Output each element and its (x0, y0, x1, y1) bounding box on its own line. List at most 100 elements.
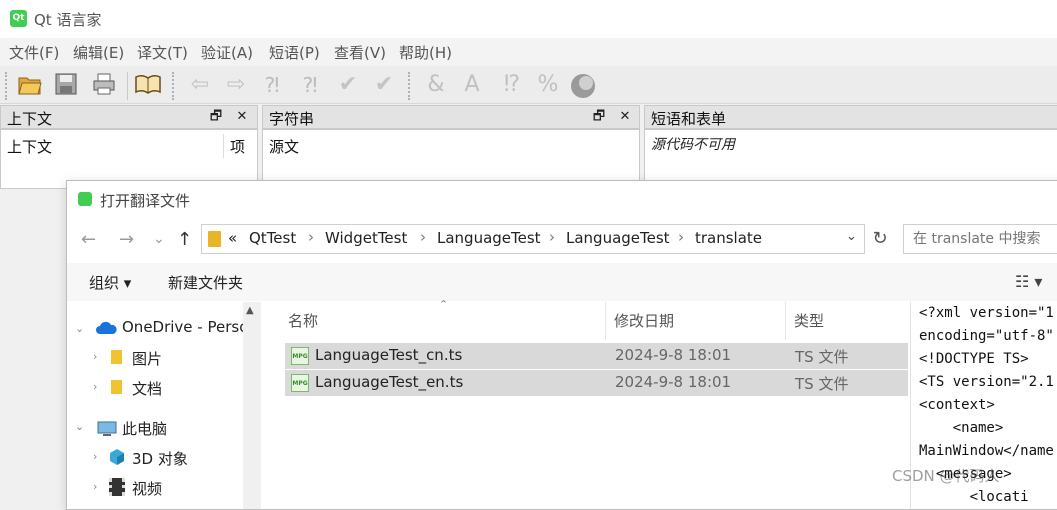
menu-view[interactable]: 查看(V) (334, 42, 386, 63)
context-panel-title: 上下文 (7, 110, 53, 128)
organize-button[interactable]: 组织 ▾ (89, 272, 131, 293)
file-row[interactable]: MPG LanguageTest_cn.ts 2024-9-8 18:01 TS… (285, 343, 908, 369)
file-name[interactable]: LanguageTest_cn.ts (315, 346, 462, 364)
chevron-down-icon[interactable]: ⌄ (75, 420, 84, 433)
close-icon[interactable]: ✕ (616, 107, 634, 127)
search-box[interactable] (903, 224, 1057, 254)
done-next-icon[interactable]: ✔ (370, 71, 398, 99)
source-column-header[interactable]: 源文 (269, 136, 299, 157)
close-icon[interactable]: ✕ (233, 107, 251, 127)
file-type: TS 文件 (795, 375, 849, 393)
file-name[interactable]: LanguageTest_en.ts (315, 373, 463, 391)
breadcrumb-widgettest[interactable]: WidgetTest (325, 229, 407, 247)
breadcrumb-languagetest[interactable]: LanguageTest (437, 229, 541, 247)
accelerator-icon[interactable]: & (422, 71, 450, 99)
view-options-icon[interactable]: ☷ ▾ (1015, 272, 1042, 291)
source-unavailable-text: 源代码不可用 (651, 137, 735, 153)
float-icon[interactable]: 🗗 (207, 107, 225, 127)
tree-item-onedrive[interactable]: OneDrive - Perso (122, 318, 247, 336)
video-icon (109, 478, 125, 496)
tree-item-3d-objects[interactable]: 3D 对象 (132, 448, 188, 469)
folder-icon (208, 231, 221, 247)
breadcrumb-separator[interactable]: › (549, 228, 555, 246)
phrases-panel-title: 短语和表单 (651, 110, 727, 128)
toolbar-grip[interactable] (408, 72, 412, 100)
chevron-right-icon[interactable]: › (93, 350, 97, 363)
file-modified: 2024-9-8 18:01 (615, 346, 732, 364)
breadcrumb-overflow[interactable]: « (228, 229, 237, 247)
column-header-type[interactable]: 类型 (794, 310, 824, 331)
breadcrumb-languagetest[interactable]: LanguageTest (566, 229, 670, 247)
strings-panel-header: 字符串 🗗 ✕ (262, 105, 640, 129)
items-column-header[interactable]: 项 (230, 136, 245, 157)
phrase-match-icon[interactable]: ⁉ (498, 71, 526, 99)
toolbar-grip[interactable] (172, 72, 176, 100)
phrasebook-icon[interactable] (134, 71, 162, 99)
qt-logo-icon: Qt (10, 10, 27, 27)
folder-icon (111, 350, 122, 364)
navigation-scrollbar[interactable]: ▲ (243, 302, 261, 509)
float-icon[interactable]: 🗗 (590, 107, 608, 127)
menu-phrases[interactable]: 短语(P) (269, 42, 320, 63)
chevron-right-icon[interactable]: › (93, 450, 97, 463)
chevron-right-icon[interactable]: › (93, 380, 97, 393)
chevron-down-icon[interactable]: ⌄ (75, 322, 84, 335)
chevron-down-icon[interactable]: ⌄ (846, 229, 857, 244)
ts-file-icon: MPG (291, 374, 309, 392)
phrases-panel-header: 短语和表单 (644, 105, 1057, 129)
breadcrumb-separator[interactable]: › (420, 228, 426, 246)
prev-unfinished-icon[interactable]: ⁈ (258, 71, 286, 99)
computer-icon (97, 421, 117, 441)
file-row[interactable]: MPG LanguageTest_en.ts 2024-9-8 18:01 TS… (285, 370, 908, 396)
column-divider (223, 134, 224, 158)
breadcrumb-separator[interactable]: › (678, 228, 684, 246)
menu-validation[interactable]: 验证(A) (201, 42, 253, 63)
ts-file-icon: MPG (291, 347, 309, 365)
breadcrumb-translate[interactable]: translate (695, 229, 762, 247)
search-input[interactable] (904, 225, 1057, 253)
breadcrumb-separator[interactable]: › (308, 228, 314, 246)
scroll-up-icon[interactable]: ▲ (246, 305, 254, 316)
folder-icon (111, 380, 122, 394)
column-divider[interactable] (605, 302, 606, 340)
up-button[interactable]: ↑ (177, 229, 192, 250)
preview-line: <?xml version="1 (919, 305, 1054, 321)
file-type: TS 文件 (795, 348, 849, 366)
3d-objects-icon (109, 448, 125, 470)
column-divider[interactable] (785, 302, 786, 340)
tree-item-pictures[interactable]: 图片 (132, 348, 162, 369)
forward-button[interactable]: → (119, 229, 134, 250)
next-icon[interactable]: ⇨ (222, 71, 250, 99)
column-header-name[interactable]: 名称 (288, 310, 318, 331)
toolbar-grip[interactable] (5, 72, 9, 100)
breadcrumb-qttest[interactable]: QtTest (249, 229, 296, 247)
context-panel-header: 上下文 🗗 ✕ (0, 105, 258, 129)
place-marker-icon[interactable]: % (534, 71, 562, 99)
menu-edit[interactable]: 编辑(E) (73, 42, 124, 63)
tree-item-this-pc[interactable]: 此电脑 (122, 418, 167, 439)
surrounding-whitespace-icon[interactable] (568, 71, 596, 99)
done-icon[interactable]: ✔ (334, 71, 362, 99)
context-column-header[interactable]: 上下文 (7, 136, 52, 157)
preview-line: encoding="utf-8" (919, 328, 1054, 344)
menu-help[interactable]: 帮助(H) (399, 42, 452, 63)
tree-item-documents[interactable]: 文档 (132, 378, 162, 399)
punctuation-icon[interactable]: A (458, 71, 486, 99)
refresh-icon[interactable]: ↻ (867, 224, 893, 254)
address-bar[interactable]: « QtTest › WidgetTest › LanguageTest › L… (201, 224, 865, 254)
tree-item-videos[interactable]: 视频 (132, 478, 162, 499)
prev-icon[interactable]: ⇦ (186, 71, 214, 99)
save-icon[interactable] (52, 71, 80, 99)
column-header-modified[interactable]: 修改日期 (614, 310, 674, 331)
menu-bar: 文件(F) 编辑(E) 译文(T) 验证(A) 短语(P) 查看(V) 帮助(H… (0, 38, 1057, 66)
open-icon[interactable] (16, 71, 44, 99)
menu-file[interactable]: 文件(F) (9, 42, 59, 63)
menu-translation[interactable]: 译文(T) (137, 42, 188, 63)
new-folder-button[interactable]: 新建文件夹 (168, 272, 243, 293)
file-list: ⌃ 名称 修改日期 类型 MPG LanguageTest_cn.ts 2024… (263, 298, 908, 509)
print-icon[interactable] (90, 71, 118, 99)
chevron-right-icon[interactable]: › (93, 480, 97, 493)
next-unfinished-icon[interactable]: ⁈ (296, 71, 324, 99)
back-button[interactable]: ← (81, 229, 96, 250)
recent-locations-button[interactable]: ⌄ (153, 231, 165, 247)
